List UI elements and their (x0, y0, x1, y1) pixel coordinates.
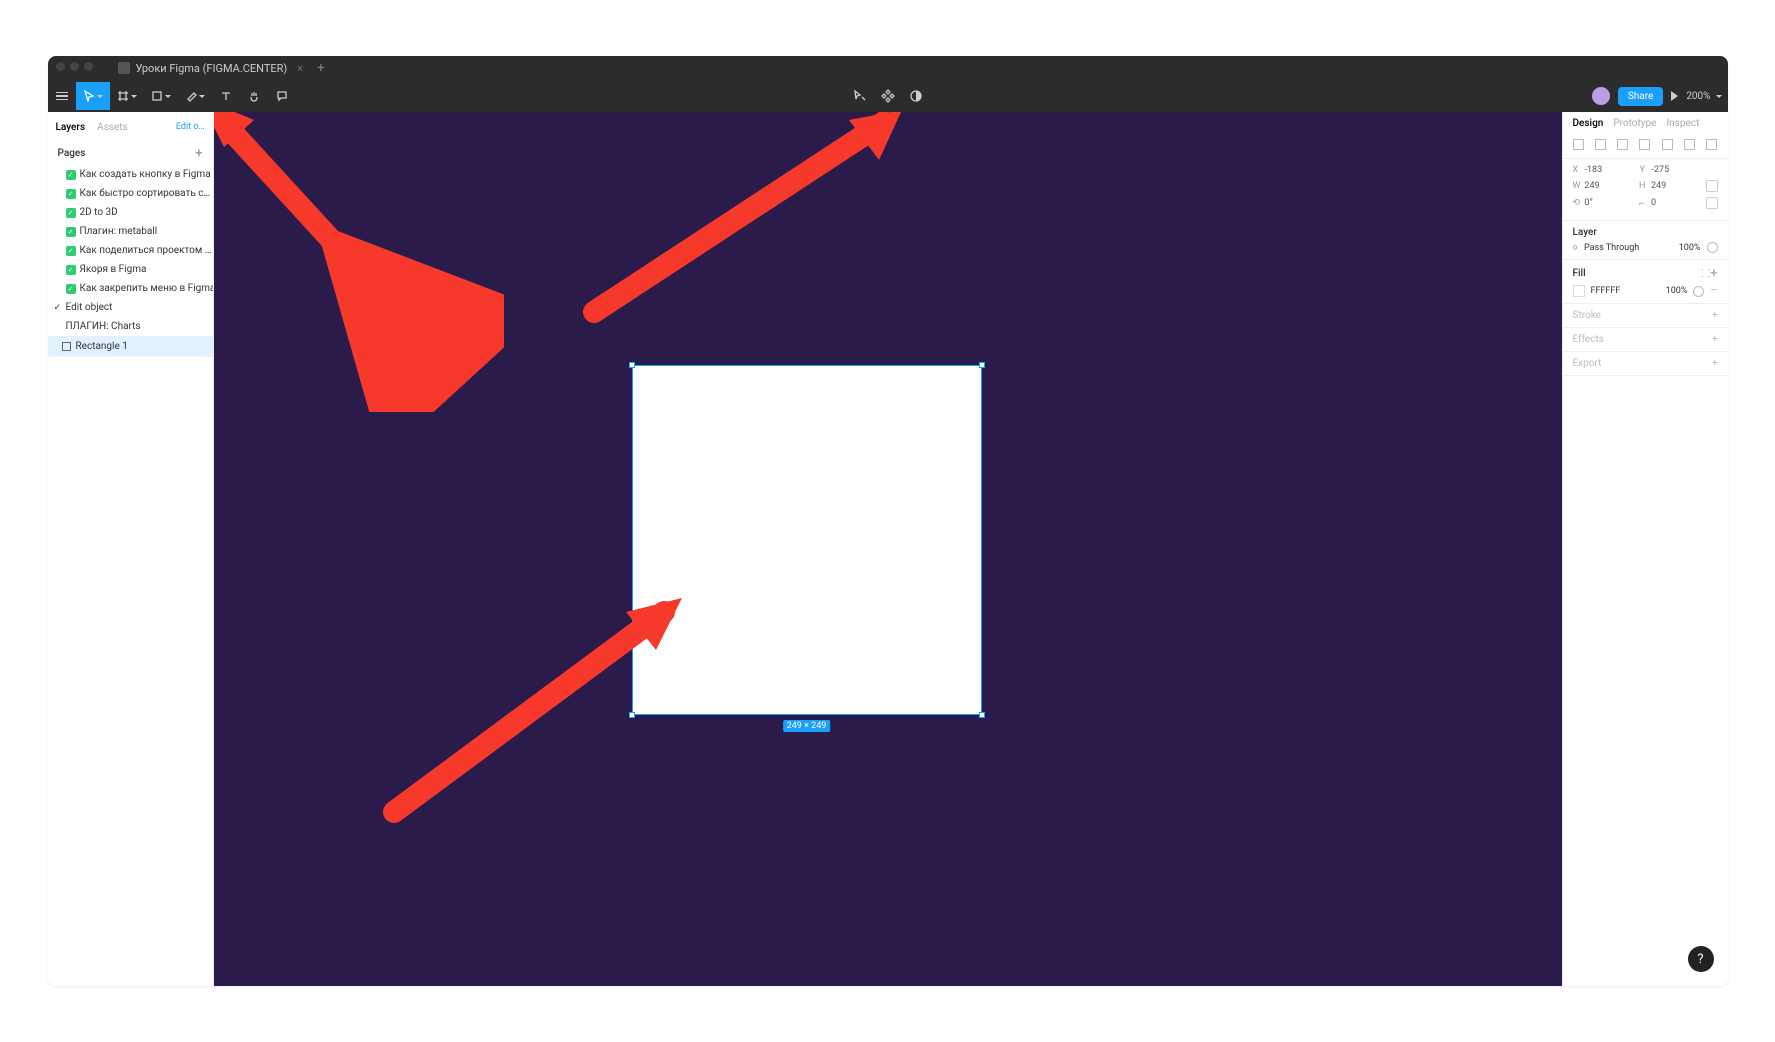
align-right-icon[interactable] (1617, 139, 1628, 150)
user-avatar[interactable] (1592, 87, 1610, 105)
stroke-section[interactable]: Stroke + (1563, 304, 1728, 328)
distribute-icon[interactable] (1706, 139, 1717, 150)
comment-tool[interactable] (268, 82, 296, 110)
page-item[interactable]: ✓Якоря в Figma (48, 260, 213, 279)
contextual-toolbar (847, 80, 929, 112)
fill-visibility-toggle[interactable] (1693, 286, 1704, 297)
align-left-icon[interactable] (1573, 139, 1584, 150)
close-tab-icon[interactable]: × (297, 62, 303, 75)
layer-row-selected[interactable]: Rectangle 1 (48, 336, 213, 357)
transform-section: X-183 Y-275 W249 H249 ⟲0° ⌐0 (1563, 159, 1728, 221)
align-bottom-icon[interactable] (1684, 139, 1695, 150)
canvas[interactable]: 249 × 249 (214, 112, 1562, 986)
remove-fill-button[interactable]: — (1710, 286, 1717, 296)
page-item[interactable]: ✓Как поделиться проектом … (48, 241, 213, 260)
align-top-icon[interactable] (1639, 139, 1650, 150)
tab-prototype[interactable]: Prototype (1613, 118, 1656, 129)
effects-section[interactable]: Effects + (1563, 328, 1728, 352)
h-input[interactable]: 249 (1651, 181, 1706, 191)
page-item-current[interactable]: Edit object (48, 298, 213, 317)
mask-button[interactable] (903, 83, 929, 109)
share-button[interactable]: Share (1618, 87, 1663, 106)
fill-hex-input[interactable]: FFFFFF (1591, 286, 1621, 296)
radius-input[interactable]: 0 (1651, 198, 1706, 208)
shape-tool[interactable] (144, 82, 178, 110)
file-name[interactable]: Уроки Figma (FIGMA.CENTER) (136, 62, 288, 75)
page-list: ✓Как создать кнопку в Figma ✓Как быстро … (48, 165, 213, 336)
resize-handle-ne[interactable] (979, 362, 985, 368)
blend-mode-select[interactable]: Pass Through (1584, 243, 1639, 253)
create-component-button[interactable] (875, 83, 901, 109)
move-tool[interactable] (76, 82, 110, 110)
annotation-arrow (214, 112, 504, 412)
new-tab-button[interactable]: + (317, 61, 324, 76)
add-stroke-button[interactable]: + (1712, 310, 1718, 321)
align-vcenter-icon[interactable] (1662, 139, 1673, 150)
page-item[interactable]: ПЛАГИН: Charts (48, 317, 213, 336)
opacity-input[interactable]: 100% (1679, 243, 1701, 253)
resize-handle-nw[interactable] (629, 362, 635, 368)
page-item[interactable]: ✓Как быстро сортировать с… (48, 184, 213, 203)
hand-tool[interactable] (240, 82, 268, 110)
independent-corners-icon[interactable] (1706, 197, 1718, 209)
file-icon (118, 62, 130, 74)
frame-tool[interactable] (110, 82, 144, 110)
add-page-button[interactable]: + (195, 146, 202, 161)
zoom-select[interactable]: 200% (1686, 91, 1721, 102)
tab-inspect[interactable]: Inspect (1666, 118, 1699, 129)
tab-layers[interactable]: Layers (56, 122, 86, 133)
title-bar: Уроки Figma (FIGMA.CENTER) × + (48, 56, 1728, 80)
align-row (1563, 135, 1728, 159)
rotation-input[interactable]: 0° (1584, 198, 1639, 208)
x-input[interactable]: -183 (1585, 165, 1640, 175)
constrain-icon[interactable] (1706, 180, 1718, 192)
right-panel: Design Prototype Inspect X-183 Y-275 W24… (1562, 112, 1728, 986)
tab-design[interactable]: Design (1573, 118, 1604, 129)
text-tool[interactable] (212, 82, 240, 110)
fill-opacity-input[interactable]: 100% (1666, 286, 1688, 296)
dimensions-badge: 249 × 249 (783, 720, 831, 732)
add-fill-button[interactable]: + (1710, 266, 1717, 281)
pen-tool[interactable] (178, 82, 212, 110)
fill-section: Fill ⸬ + FFFFFF 100% — (1563, 260, 1728, 304)
resize-handle-se[interactable] (979, 712, 985, 718)
edit-object-button[interactable] (847, 83, 873, 109)
page-link[interactable]: Edit o… (176, 122, 205, 132)
page-item[interactable]: ✓Как создать кнопку в Figma (48, 165, 213, 184)
page-item[interactable]: ✓Плагин: metaball (48, 222, 213, 241)
style-icon[interactable]: ⸬ (1701, 266, 1710, 281)
left-panel: Layers Assets Edit o… Pages + ✓Как созда… (48, 112, 214, 986)
visibility-toggle[interactable] (1707, 242, 1718, 253)
align-hcenter-icon[interactable] (1595, 139, 1606, 150)
w-input[interactable]: 249 (1584, 181, 1639, 191)
page-item[interactable]: ✓2D to 3D (48, 203, 213, 222)
rectangle-icon (62, 342, 71, 351)
pages-label: Pages (58, 148, 86, 159)
y-input[interactable]: -275 (1652, 165, 1707, 175)
fill-swatch[interactable] (1573, 285, 1585, 297)
add-effect-button[interactable]: + (1712, 334, 1718, 345)
main-menu-button[interactable] (48, 82, 76, 110)
window-traffic-lights[interactable] (56, 62, 93, 71)
annotation-arrow (364, 582, 724, 842)
help-button[interactable]: ? (1688, 946, 1714, 972)
layer-name: Rectangle 1 (76, 341, 128, 352)
present-button[interactable] (1671, 91, 1678, 101)
add-export-button[interactable]: + (1712, 358, 1718, 369)
layer-section: Layer ○ Pass Through 100% (1563, 221, 1728, 260)
page-item[interactable]: ✓Как закрепить меню в Figma (48, 279, 213, 298)
tab-assets[interactable]: Assets (97, 122, 128, 133)
annotation-arrow (564, 112, 944, 342)
export-section[interactable]: Export + (1563, 352, 1728, 376)
